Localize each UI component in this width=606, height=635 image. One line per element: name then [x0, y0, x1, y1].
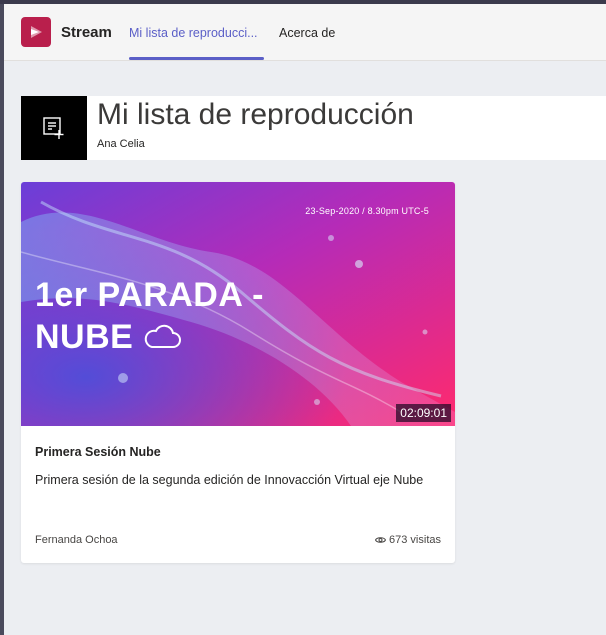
video-thumbnail[interactable]: 23-Sep-2020 / 8.30pm UTC-5 1er PARADA - … — [21, 182, 455, 426]
thumbnail-title-line1: 1er PARADA - — [35, 276, 264, 314]
tab-about[interactable]: Acerca de — [279, 26, 335, 40]
app-name: Stream — [61, 24, 112, 41]
thumbnail-title: 1er PARADA - NUBE — [35, 274, 264, 358]
video-card[interactable]: 23-Sep-2020 / 8.30pm UTC-5 1er PARADA - … — [21, 182, 455, 563]
video-duration: 02:09:01 — [396, 404, 451, 422]
app-header: Stream Mi lista de reproducci... Acerca … — [4, 4, 606, 61]
eye-icon — [375, 537, 387, 543]
thumbnail-title-line2: NUBE — [35, 318, 134, 356]
tab-my-playlist[interactable]: Mi lista de reproducci... — [129, 26, 258, 40]
video-title[interactable]: Primera Sesión Nube — [35, 445, 161, 459]
video-views: 673 visitas — [375, 534, 441, 546]
thumbnail-date: 23-Sep-2020 / 8.30pm UTC-5 — [305, 206, 429, 216]
add-to-playlist-icon — [21, 96, 87, 160]
playlist-owner[interactable]: Ana Celia — [97, 138, 145, 150]
video-author[interactable]: Fernanda Ochoa — [35, 534, 118, 546]
active-tab-indicator — [129, 57, 264, 60]
stream-logo-icon[interactable] — [21, 17, 51, 47]
cloud-icon — [145, 324, 182, 348]
playlist-banner: Mi lista de reproducción Ana Celia — [21, 96, 606, 160]
playlist-title: Mi lista de reproducción — [97, 98, 414, 131]
main-content: Mi lista de reproducción Ana Celia 23-Se… — [4, 61, 606, 635]
video-views-count: 673 visitas — [389, 534, 441, 546]
video-description: Primera sesión de la segunda edición de … — [35, 473, 424, 487]
